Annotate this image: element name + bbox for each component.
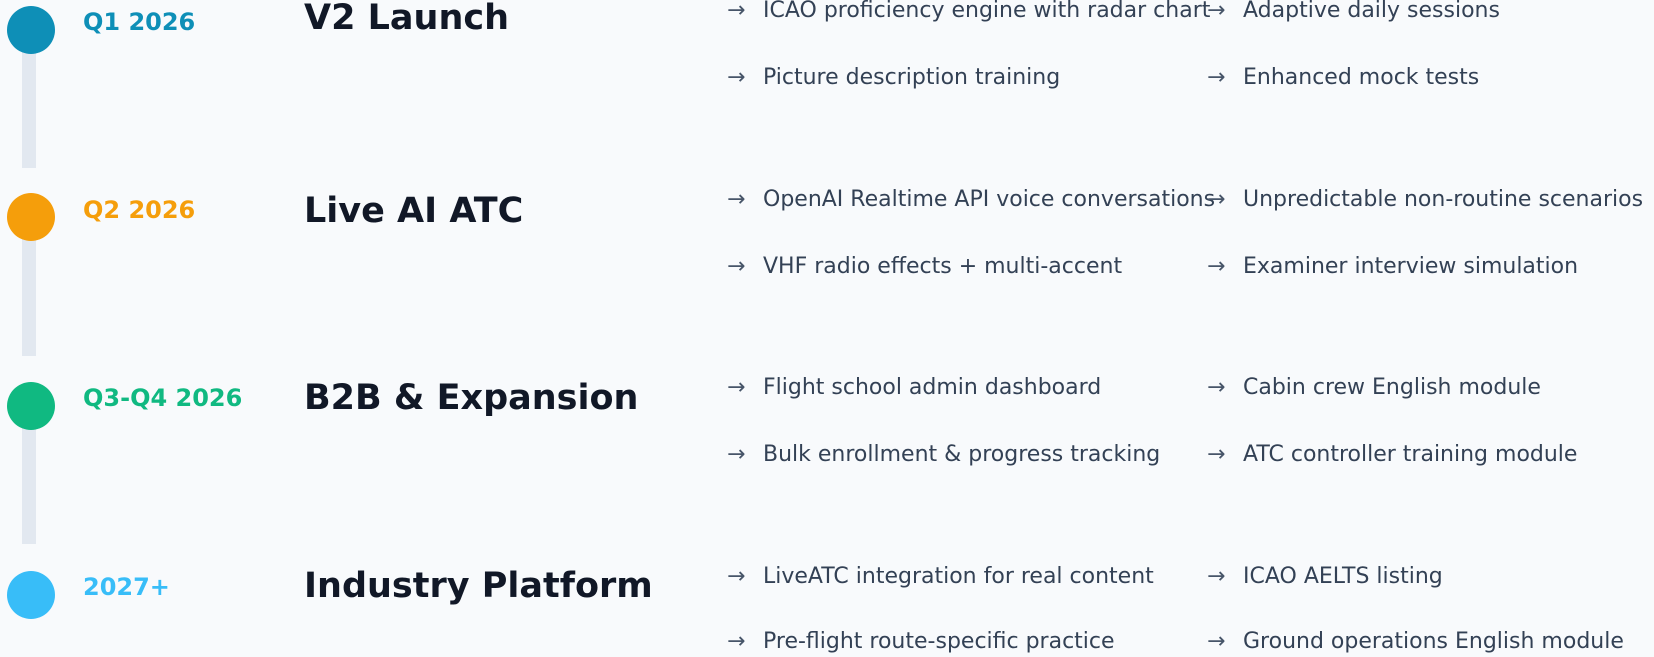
feature-label: LiveATC integration for real content — [763, 564, 1154, 589]
feature-item: → ATC controller training module — [1207, 440, 1577, 470]
timeline-dot — [7, 571, 55, 619]
feature-label: Pre-flight route-specific practice — [763, 629, 1115, 654]
feature-label: Adaptive daily sessions — [1243, 0, 1500, 23]
feature-item: → Enhanced mock tests — [1207, 63, 1479, 93]
arrow-right-icon: → — [1207, 187, 1226, 212]
arrow-right-icon: → — [727, 564, 746, 589]
phase-title: B2B & Expansion — [304, 378, 639, 418]
feature-item: → Bulk enrollment & progress tracking — [727, 440, 1160, 470]
arrow-right-icon: → — [1207, 629, 1226, 654]
feature-label: Flight school admin dashboard — [763, 375, 1102, 400]
phase-quarter: Q2 2026 — [83, 196, 196, 224]
feature-label: Bulk enrollment & progress tracking — [763, 442, 1161, 467]
phase-title: Live AI ATC — [304, 191, 524, 231]
feature-item: → Cabin crew English module — [1207, 373, 1541, 403]
arrow-right-icon: → — [1207, 0, 1226, 23]
arrow-right-icon: → — [727, 187, 746, 212]
feature-item: → ICAO AELTS listing — [1207, 562, 1443, 592]
feature-label: Ground operations English module — [1243, 629, 1624, 654]
feature-label: ICAO AELTS listing — [1243, 564, 1443, 589]
feature-label: Examiner interview simulation — [1243, 254, 1579, 279]
arrow-right-icon: → — [1207, 65, 1226, 90]
feature-label: VHF radio effects + multi-accent — [763, 254, 1123, 279]
phase-quarter: Q1 2026 — [83, 8, 196, 36]
feature-item: → Unpredictable non-routine scenarios — [1207, 185, 1643, 215]
arrow-right-icon: → — [1207, 254, 1226, 279]
arrow-right-icon: → — [727, 375, 746, 400]
feature-label: Unpredictable non-routine scenarios — [1243, 187, 1644, 212]
feature-label: OpenAI Realtime API voice conversations — [763, 187, 1216, 212]
arrow-right-icon: → — [727, 442, 746, 467]
feature-item: → Picture description training — [727, 63, 1060, 93]
roadmap-phase-2027-plus: 2027+ Industry Platform → LiveATC integra… — [0, 561, 1654, 657]
feature-item: → Flight school admin dashboard — [727, 373, 1101, 403]
arrow-right-icon: → — [1207, 442, 1226, 467]
arrow-right-icon: → — [727, 65, 746, 90]
arrow-right-icon: → — [1207, 564, 1226, 589]
phase-title: Industry Platform — [304, 566, 653, 606]
phase-quarter: 2027+ — [83, 573, 170, 601]
arrow-right-icon: → — [727, 254, 746, 279]
feature-label: ATC controller training module — [1243, 442, 1578, 467]
roadmap-phase-q3-q4-2026: Q3-Q4 2026 B2B & Expansion → Flight schoo… — [0, 372, 1654, 560]
arrow-right-icon: → — [1207, 375, 1226, 400]
timeline-dot — [7, 382, 55, 430]
feature-item: → Adaptive daily sessions — [1207, 0, 1500, 26]
feature-label: ICAO proficiency engine with radar chart — [763, 0, 1211, 23]
phase-quarter: Q3-Q4 2026 — [83, 384, 243, 412]
timeline-dot — [7, 6, 55, 54]
timeline-dot — [7, 193, 55, 241]
feature-item: → VHF radio effects + multi-accent — [727, 252, 1122, 282]
feature-item: → Pre-flight route-specific practice — [727, 627, 1115, 657]
feature-item: → ICAO proficiency engine with radar char… — [727, 0, 1210, 26]
arrow-right-icon: → — [727, 629, 746, 654]
feature-item: → Ground operations English module — [1207, 627, 1624, 657]
feature-item: → LiveATC integration for real content — [727, 562, 1154, 592]
roadmap-phase-q1-2026: Q1 2026 V2 Launch → ICAO proficiency engi… — [0, 0, 1654, 184]
phase-title: V2 Launch — [304, 0, 510, 38]
feature-item: → Examiner interview simulation — [1207, 252, 1578, 282]
arrow-right-icon: → — [727, 0, 746, 23]
feature-label: Picture description training — [763, 65, 1061, 90]
feature-label: Enhanced mock tests — [1243, 65, 1480, 90]
feature-label: Cabin crew English module — [1243, 375, 1541, 400]
feature-item: → OpenAI Realtime API voice conversations — [727, 185, 1215, 215]
roadmap-phase-q2-2026: Q2 2026 Live AI ATC → OpenAI Realtime API… — [0, 184, 1654, 372]
